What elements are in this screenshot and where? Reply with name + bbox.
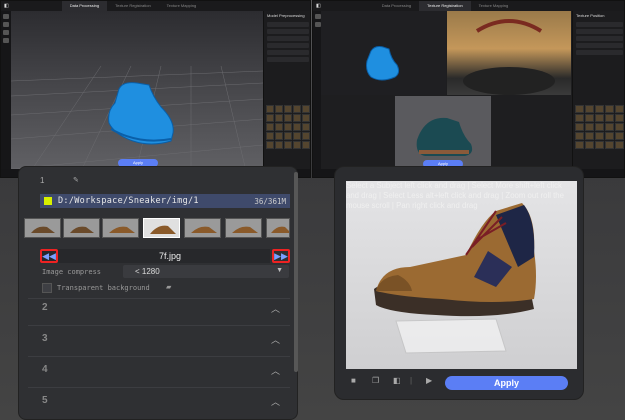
screen: ◧ Data Processing Texture Registration T… [0,0,625,420]
tab-bar: ◧ Data Processing Texture Registration T… [313,1,624,11]
divider [28,356,290,357]
comment-icon[interactable]: ▰ [166,283,171,291]
shoe-sole-icon [463,19,555,95]
folder-path: D:/Workspace/Sneaker/img/1 [58,196,199,206]
image-thumbnail[interactable] [102,218,139,238]
option-row[interactable] [267,36,309,41]
viewport-grid [11,65,263,169]
image-compress-select[interactable]: < 1280 ▼ [123,265,289,278]
image-compress-label: Image compress [42,268,102,276]
separator-icon: | [410,376,413,385]
model-preview[interactable] [321,11,446,95]
image-thumbnail[interactable] [225,218,262,238]
option-row[interactable] [267,43,309,48]
image-thumbnail[interactable] [184,218,221,238]
tool-strip [313,11,321,169]
layers-icon[interactable]: ◧ [393,376,401,385]
option-row[interactable] [267,29,309,34]
app-window-model: ◧ Data Processing Texture Registration T… [0,0,311,178]
transparent-label: Transparent background [57,284,150,292]
rotate-tool-icon[interactable] [3,30,9,35]
current-filename: 7f.jpg [158,251,182,261]
section-5-header[interactable]: 5 ︿ [28,395,290,413]
transparent-checkbox[interactable] [42,283,52,293]
section-number: 5 [42,395,48,406]
tab-texture-registration[interactable]: Texture Registration [107,1,159,11]
3d-viewport[interactable]: Apply [11,11,263,169]
previous-image-button[interactable]: ◀◀ [40,249,58,263]
section-number: 3 [42,333,48,344]
option-row[interactable] [267,57,309,62]
divider [28,298,290,299]
option-row[interactable] [576,43,623,48]
image-count: 36/361M [254,196,286,206]
square-tool-icon[interactable]: ■ [351,376,356,385]
section-2-header[interactable]: 2 ︿ [28,302,290,320]
chevron-up-icon: ︿ [270,366,280,376]
section-number: 2 [42,302,48,313]
panel-title: Model Preprocessing [267,13,305,18]
shoe-mesh-icon [366,46,400,81]
chevron-down-icon: ▼ [276,267,283,274]
preprocess-panel: Model Preprocessing [263,11,310,169]
divider [28,325,290,326]
tool-strip [1,11,11,169]
selection-hint-text: Select a Subject left click and drag | S… [346,181,564,210]
rewind-icon: ◀◀ [42,250,56,261]
scale-tool-icon[interactable] [3,38,9,43]
image-thumbnail[interactable] [24,218,61,238]
tab-texture-mapping[interactable]: Texture Mapping [159,1,205,11]
divider [28,387,290,388]
apply-button[interactable]: Apply [445,376,568,390]
section-3-header[interactable]: 3 ︿ [28,333,290,351]
texture-position-panel: Texture Position [572,11,624,169]
chevron-up-icon: ︿ [270,335,280,345]
shoe-photo-canvas[interactable]: Select a Subject left click and drag | S… [346,181,577,369]
option-row[interactable] [576,29,623,34]
section-1-number: 1 [40,176,45,185]
folder-path-bar[interactable]: D:/Workspace/Sneaker/img/1 36/361M [40,194,290,208]
folder-icon [44,197,52,205]
shoe-photo-closeup[interactable] [447,11,571,95]
option-row[interactable] [576,36,623,41]
tab-bar: ◧ Data Processing Texture Registration T… [1,1,310,11]
move-tool-icon[interactable] [3,22,9,27]
tab-texture-mapping[interactable]: Texture Mapping [471,1,517,11]
option-row[interactable] [267,22,309,27]
fast-forward-icon: ▶▶ [274,250,288,261]
scrollbar[interactable] [294,172,298,372]
shoe-model-icon[interactable] [108,82,174,145]
edit-icon[interactable]: ✎ [73,176,79,184]
chevron-up-icon: ︿ [270,304,280,314]
chevron-up-icon: ︿ [270,397,280,407]
shoe-photo-side[interactable]: Apply [395,96,491,171]
window-controls-icon[interactable]: ◧ [313,3,324,9]
tab-texture-registration[interactable]: Texture Registration [419,1,471,11]
section-number: 4 [42,364,48,375]
thumbnail-grid[interactable] [266,105,310,149]
next-image-button[interactable]: ▶▶ [272,249,290,263]
image-thumbnail[interactable] [63,218,100,238]
option-row[interactable] [267,50,309,55]
play-icon[interactable]: ▶ [426,376,432,385]
option-row[interactable] [576,50,623,55]
app-window-texture: ◧ Data Processing Texture Registration T… [312,0,625,178]
panel-title: Texture Position [576,13,605,18]
copy-icon[interactable]: ❐ [372,376,379,385]
option-row[interactable] [576,22,623,27]
select-tool-icon[interactable] [3,14,9,19]
tab-data-processing[interactable]: Data Processing [61,1,108,11]
image-thumbnail-selected[interactable] [143,218,180,238]
window-controls-icon[interactable]: ◧ [1,3,12,9]
image-compress-value: < 1280 [135,267,160,276]
image-thumbnail[interactable] [266,218,290,238]
thumbnail-grid[interactable] [575,105,624,149]
section-4-header[interactable]: 4 ︿ [28,364,290,382]
tab-data-processing[interactable]: Data Processing [374,1,419,11]
